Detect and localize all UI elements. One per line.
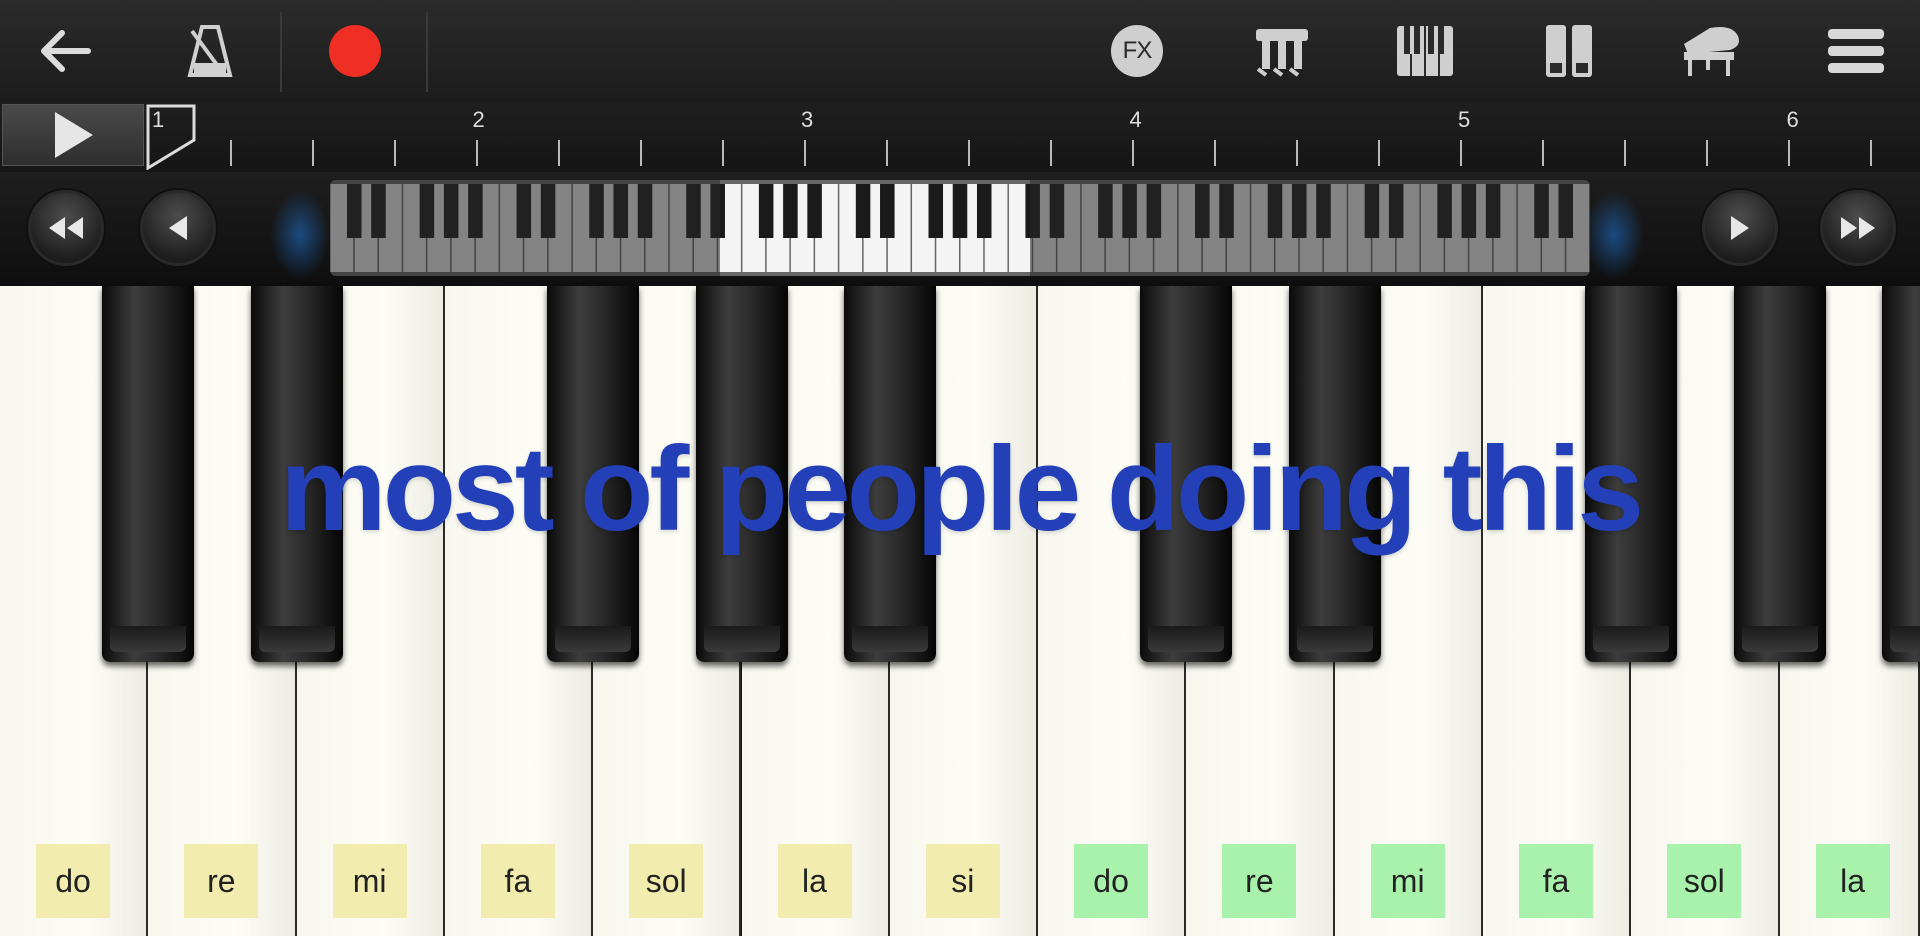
- ruler-tick: [1624, 140, 1626, 166]
- ruler-tick: [1460, 140, 1462, 166]
- mini-black-key: [855, 184, 871, 238]
- fast-forward-button[interactable]: [1818, 188, 1898, 268]
- bar-number: 3: [801, 107, 814, 132]
- metronome-button[interactable]: [168, 10, 252, 92]
- note-label: re: [184, 844, 259, 918]
- ruler-tick: [804, 140, 806, 166]
- grand-piano-icon: [1684, 27, 1739, 76]
- scroll-left-button[interactable]: [138, 188, 218, 268]
- note-label: fa: [1519, 844, 1593, 918]
- bar-number: 2: [472, 107, 485, 132]
- overlay-caption: most of people doing this: [280, 422, 1644, 556]
- ruler-tick: [1706, 140, 1708, 166]
- ruler-tick: [722, 140, 724, 166]
- timeline-ruler[interactable]: [0, 102, 1920, 172]
- keyboard-layout-button[interactable]: [1383, 10, 1467, 92]
- chevron-left-icon: [169, 216, 187, 240]
- ruler-tick: [1542, 140, 1544, 166]
- top-toolbar: FX: [0, 0, 1920, 102]
- bar-number: 1: [152, 107, 165, 132]
- mini-black-key: [952, 184, 968, 238]
- ruler-tick: [230, 140, 232, 166]
- note-label: do: [36, 844, 110, 918]
- dual-keyboard-button[interactable]: [1527, 10, 1611, 92]
- play-button[interactable]: [2, 104, 144, 166]
- ruler-tick: [1050, 140, 1052, 166]
- ruler-tick: [476, 140, 478, 166]
- toolbar-divider: [280, 12, 282, 92]
- note-label: la: [1815, 844, 1890, 918]
- back-button[interactable]: [22, 10, 106, 92]
- ruler-tick: [1788, 140, 1790, 166]
- bar-number: 5: [1458, 107, 1471, 132]
- fast-forward-icon: [1841, 217, 1875, 239]
- note-label: fa: [480, 844, 555, 918]
- note-label: sol: [629, 844, 704, 918]
- dual-keyboard-icon: [1546, 25, 1592, 77]
- fx-icon: FX: [1111, 25, 1163, 77]
- ruler-tick: [1214, 140, 1216, 166]
- mini-keyboard-shade: [330, 180, 720, 276]
- note-label: mi: [1370, 844, 1445, 918]
- mini-keyboard-overview[interactable]: [330, 180, 1590, 276]
- ruler-tick: [886, 140, 888, 166]
- menu-button[interactable]: [1814, 10, 1898, 92]
- ruler-tick: [1870, 140, 1872, 166]
- back-arrow-icon: [41, 30, 91, 72]
- mini-black-key: [880, 184, 895, 238]
- record-icon: [329, 25, 381, 77]
- bar-number: 4: [1129, 107, 1142, 132]
- note-label: si: [925, 844, 1000, 918]
- mini-black-key: [976, 184, 992, 238]
- ruler-tick: [640, 140, 642, 166]
- note-label: mi: [332, 844, 407, 918]
- ruler-tick: [558, 140, 560, 166]
- fx-button[interactable]: FX: [1095, 10, 1179, 92]
- fast-rewind-icon: [49, 217, 83, 239]
- piano-keyboard: do re mi fa sol la si do re mi fa sol la: [0, 286, 1920, 936]
- mini-keyboard-shade: [1030, 180, 1590, 276]
- note-label: do: [1074, 844, 1149, 918]
- ruler-tick: [1296, 140, 1298, 166]
- bar-number: 6: [1786, 107, 1799, 132]
- instrument-button[interactable]: [1670, 10, 1754, 92]
- ruler-tick: [968, 140, 970, 166]
- record-button[interactable]: [313, 10, 397, 92]
- keyboard-layout-icon: [1397, 26, 1453, 76]
- toolbar-divider: [426, 12, 428, 92]
- play-icon: [55, 112, 93, 158]
- navigator-edge-glow: [1584, 190, 1644, 280]
- navigator-edge-glow: [270, 190, 330, 280]
- fast-rewind-button[interactable]: [26, 188, 106, 268]
- ruler-tick: [394, 140, 396, 166]
- scroll-right-button[interactable]: [1700, 188, 1780, 268]
- ruler-tick: [312, 140, 314, 166]
- note-label: re: [1222, 844, 1297, 918]
- ruler-tick: [1132, 140, 1134, 166]
- ruler-tick: [1378, 140, 1380, 166]
- mini-black-key: [758, 184, 774, 238]
- mini-black-key: [783, 184, 798, 238]
- mini-black-key: [807, 184, 822, 238]
- mini-black-key: [928, 184, 944, 238]
- chord-button[interactable]: [1240, 10, 1324, 92]
- note-label: sol: [1667, 844, 1742, 918]
- metronome-icon: [187, 25, 233, 77]
- chord-icon: [1256, 29, 1308, 77]
- menu-icon: [1828, 29, 1884, 73]
- chevron-right-icon: [1731, 216, 1749, 240]
- note-label: la: [777, 844, 852, 918]
